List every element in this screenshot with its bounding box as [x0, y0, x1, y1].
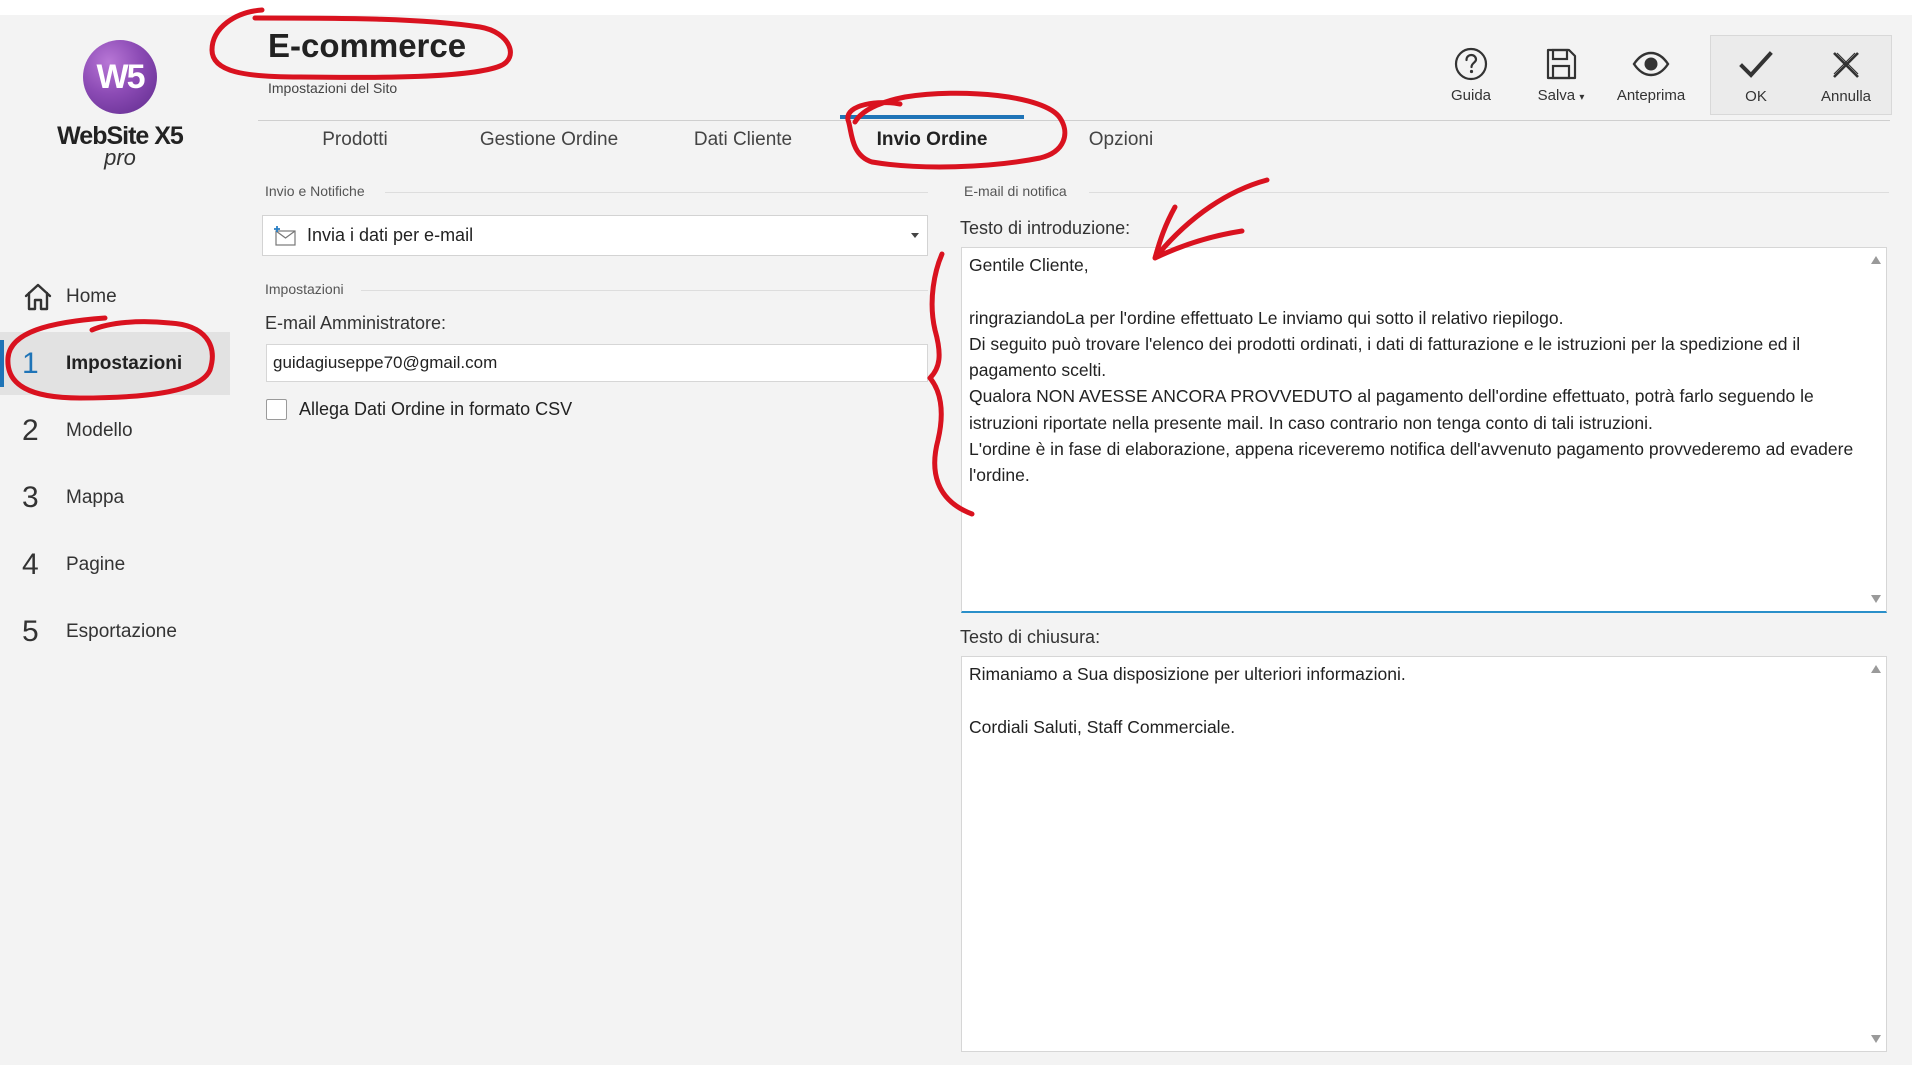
page-title: E-commerce [268, 27, 467, 64]
closing-textarea[interactable]: Rimaniamo a Sua disposizione per ulterio… [961, 656, 1887, 1052]
tab-gestione-ordine[interactable]: Gestione Ordine [452, 115, 646, 165]
preview-button[interactable]: Anteprima [1606, 35, 1696, 113]
logo-mark: W5 [83, 40, 157, 114]
close-icon [1833, 51, 1859, 78]
sidebar-item-label: Modello [66, 419, 133, 441]
cancel-label: Annulla [1820, 87, 1872, 105]
sidebar-item-label: Impostazioni [66, 352, 183, 374]
tab-bar: Prodotti Gestione Ordine Dati Cliente In… [258, 115, 1218, 165]
scrollbar[interactable] [1870, 248, 1882, 611]
ok-button[interactable]: OK [1711, 36, 1801, 114]
tab-dati-cliente[interactable]: Dati Cliente [646, 115, 840, 165]
scrollbar[interactable] [1870, 657, 1882, 1051]
group-label-notifica: E-mail di notifica [964, 183, 1067, 199]
sidebar-item-label: Mappa [66, 486, 125, 508]
text-line: ringraziandoLa per l'ordine effettuato L… [969, 307, 1564, 328]
sidebar-item-modello[interactable]: 2 Modello [0, 399, 230, 462]
save-icon [1546, 48, 1577, 79]
intro-textarea[interactable]: Gentile Cliente, ringraziandoLa per l'or… [961, 247, 1887, 613]
sidebar-item-mappa[interactable]: 3 Mappa [0, 466, 230, 529]
attach-csv-label: Allega Dati Ordine in formato CSV [299, 399, 573, 419]
text-line [969, 687, 1856, 713]
text-line: Di seguito può trovare l'elenco dei prod… [969, 333, 1801, 381]
sidebar-item-pagine[interactable]: 4 Pagine [0, 533, 230, 596]
group-label-impostazioni: Impostazioni [265, 281, 344, 297]
chevron-down-icon [911, 233, 919, 238]
envelope-icon [274, 225, 296, 246]
scroll-up-icon[interactable] [1871, 665, 1881, 673]
scroll-down-icon[interactable] [1871, 595, 1881, 603]
sidebar-item-impostazioni[interactable]: 1 Impostazioni [0, 332, 230, 395]
app-logo: W5 WebSite X5 pro [55, 40, 185, 171]
admin-email-label: E-mail Amministratore: [265, 313, 447, 333]
attach-csv-checkbox[interactable] [266, 399, 287, 420]
page-subtitle: Impostazioni del Sito [268, 80, 398, 96]
help-icon [1454, 47, 1488, 80]
admin-email-field[interactable]: guidagiuseppe70@gmail.com [266, 344, 928, 382]
group-divider [1089, 192, 1889, 193]
text-line: Gentile Cliente, [969, 255, 1089, 275]
step-number: 3 [22, 480, 39, 514]
sidebar-item-label: Esportazione [66, 620, 177, 642]
tab-invio-ordine[interactable]: Invio Ordine [840, 115, 1024, 165]
confirm-group: OK Annulla [1710, 35, 1892, 115]
closing-text-label: Testo di chiusura: [960, 627, 1101, 647]
step-number: 1 [22, 346, 39, 380]
sidebar-item-esportazione[interactable]: 5 Esportazione [0, 600, 230, 663]
sidebar: Home 1 Impostazioni 2 Modello 3 Mappa 4 … [0, 265, 230, 667]
group-divider [385, 192, 928, 193]
save-label: Salva ▾ [1537, 86, 1585, 104]
group-label-invio: Invio e Notifiche [265, 183, 365, 199]
send-mode-value: Invia i dati per e-mail [307, 225, 474, 245]
group-divider [361, 290, 928, 291]
step-number: 2 [22, 413, 39, 447]
attach-csv-option[interactable]: Allega Dati Ordine in formato CSV [266, 399, 572, 420]
scroll-up-icon[interactable] [1871, 256, 1881, 264]
text-line: Cordiali Saluti, Staff Commerciale. [969, 716, 1236, 737]
text-line [969, 278, 1856, 304]
cancel-button[interactable]: Annulla [1801, 36, 1891, 114]
help-button[interactable]: Guida [1426, 35, 1516, 113]
step-number: 4 [22, 547, 39, 581]
home-icon [24, 283, 52, 310]
sidebar-item-label: Home [66, 285, 117, 307]
checkmark-icon [1739, 50, 1773, 78]
help-label: Guida [1450, 86, 1492, 104]
text-line: Qualora NON AVESSE ANCORA PROVVEDUTO al … [969, 386, 1814, 433]
intro-text-label: Testo di introduzione: [960, 218, 1131, 238]
text-line: L'ordine è in fase di elaborazione, appe… [969, 439, 1854, 486]
tab-prodotti[interactable]: Prodotti [258, 115, 452, 165]
eye-icon [1632, 51, 1670, 76]
step-number: 5 [22, 614, 39, 648]
preview-label: Anteprima [1616, 86, 1686, 104]
ok-label: OK [1745, 87, 1767, 105]
tab-opzioni[interactable]: Opzioni [1024, 115, 1218, 165]
save-button[interactable]: Salva ▾ [1516, 35, 1606, 113]
app-window: W5 WebSite X5 pro Home 1 Impostazioni 2 … [0, 15, 1912, 1065]
toolbar: Guida Salva ▾ Anteprima OK Annulla [1426, 35, 1892, 115]
sidebar-item-label: Pagine [66, 553, 126, 575]
sidebar-item-home[interactable]: Home [0, 265, 230, 328]
text-line: Rimaniamo a Sua disposizione per ulterio… [969, 664, 1406, 684]
scroll-down-icon[interactable] [1871, 1035, 1881, 1043]
send-mode-select[interactable]: Invia i dati per e-mail [262, 215, 928, 256]
